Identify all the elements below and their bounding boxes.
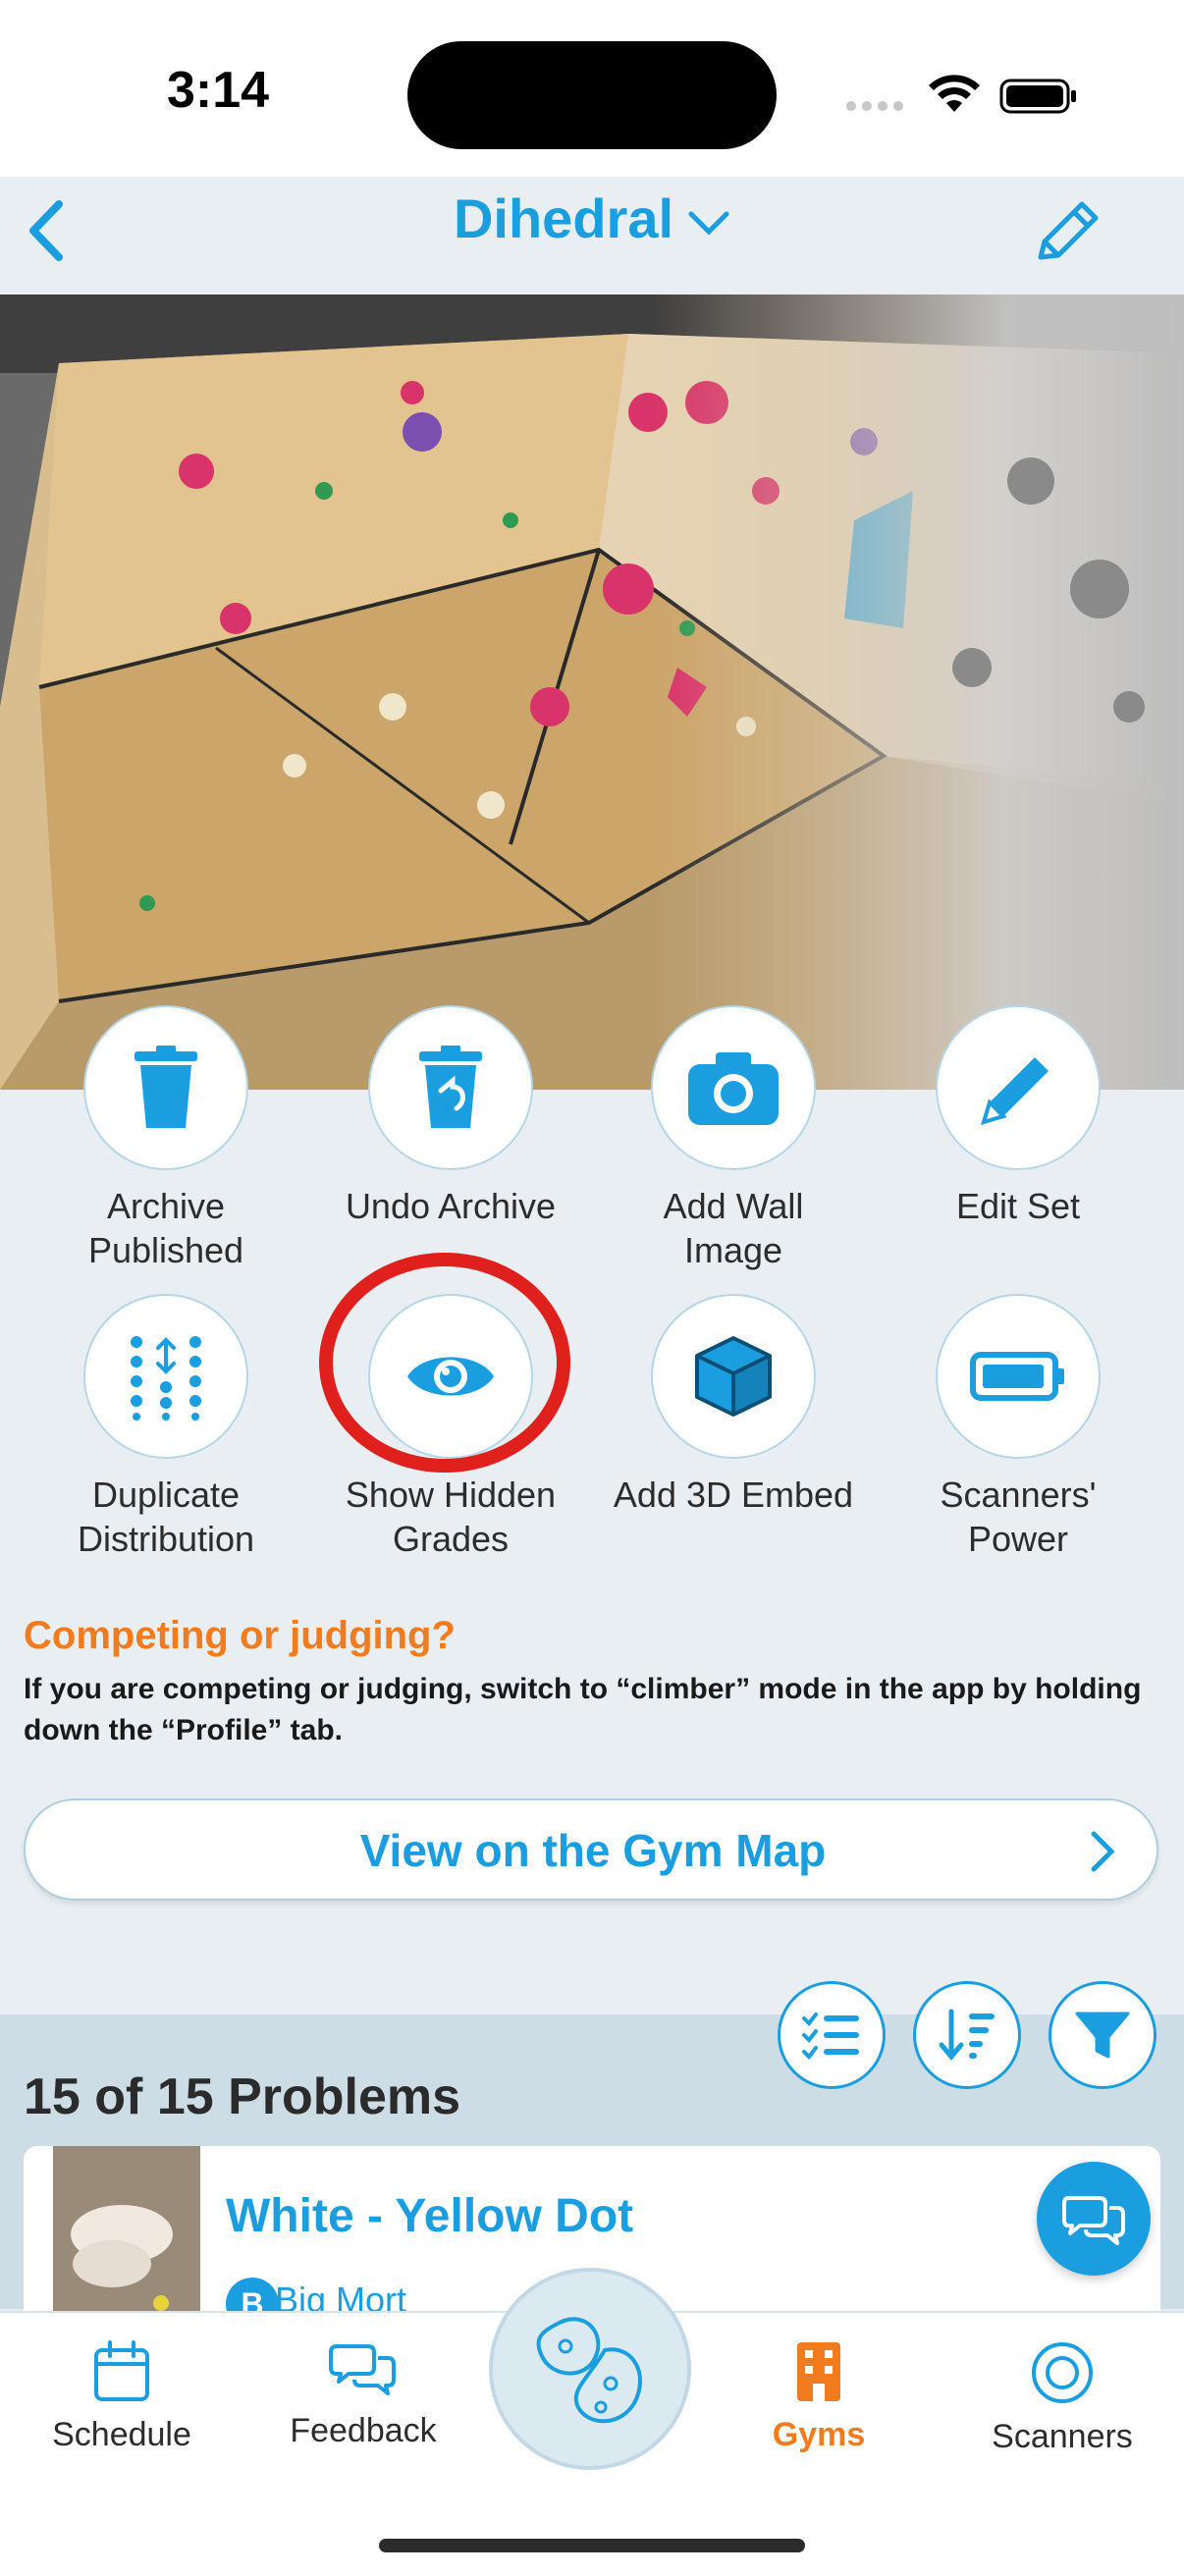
- tab-feedback[interactable]: Feedback: [245, 2340, 481, 2450]
- status-time: 3:14: [167, 62, 270, 119]
- action-label-line2: Image: [683, 1230, 783, 1270]
- checklist-icon: [802, 2012, 859, 2060]
- action-label-line1: Show Hidden: [345, 1475, 557, 1515]
- duplicate-distribution-circle[interactable]: [83, 1294, 248, 1459]
- pencil-icon: [1038, 201, 1099, 260]
- action-label-line2: Grades: [392, 1519, 510, 1559]
- scanners-power-circle[interactable]: [936, 1294, 1101, 1459]
- dynamic-island: [407, 41, 777, 149]
- climbing-holds-icon: [536, 2317, 642, 2424]
- action-label-line1: Duplicate: [91, 1475, 241, 1515]
- tab-scanners-label: Scanners: [992, 2418, 1133, 2455]
- action-label-line1: Scanners': [940, 1475, 1097, 1515]
- add-wall-image-button[interactable]: Add Wall Image: [591, 1005, 876, 1272]
- action-label-line1: Add Wall: [663, 1186, 804, 1226]
- action-label-line1: Archive: [106, 1186, 226, 1226]
- chat-bubbles-icon: [329, 2344, 396, 2395]
- highlight-annotation-circle: [319, 1253, 570, 1473]
- chevron-right-icon: [1088, 1830, 1117, 1878]
- view-gym-map-button[interactable]: View on the Gym Map: [24, 1798, 1158, 1901]
- scanners-power-button[interactable]: Scanners' Power: [876, 1294, 1160, 1561]
- add-3d-embed-button[interactable]: Add 3D Embed: [591, 1294, 876, 1517]
- page-title: Dihedral: [453, 188, 674, 249]
- building-icon: [797, 2342, 840, 2401]
- wall-image: [0, 295, 1184, 1090]
- undo-archive-circle[interactable]: [368, 1005, 533, 1170]
- archive-circle[interactable]: [83, 1005, 248, 1170]
- tab-scanners[interactable]: Scanners: [944, 2340, 1180, 2456]
- edit-set-button[interactable]: Edit Set: [876, 1005, 1160, 1228]
- action-label-line2: Published: [87, 1230, 244, 1270]
- edit-pencil-button[interactable]: [1031, 196, 1105, 270]
- action-label-line2: Power: [967, 1519, 1069, 1559]
- problems-count: 15 of 15 Problems: [24, 2068, 461, 2125]
- cube-icon: [695, 1336, 772, 1417]
- tab-gyms-label: Gyms: [772, 2416, 866, 2453]
- competing-text: If you are competing or judging, switch …: [24, 1673, 1142, 1746]
- scanner-target-icon: [1032, 2342, 1093, 2403]
- center-holds-button[interactable]: [489, 2268, 691, 2470]
- competing-title: Competing or judging?: [24, 1614, 456, 1657]
- filter-icon: [1075, 2012, 1130, 2059]
- set-title-dropdown[interactable]: Dihedral: [0, 187, 1184, 250]
- checklist-button[interactable]: [778, 1981, 886, 2089]
- tab-feedback-label: Feedback: [290, 2412, 437, 2449]
- sort-button[interactable]: [913, 1981, 1021, 2089]
- home-indicator: [379, 2539, 805, 2552]
- view-gym-map-label: View on the Gym Map: [359, 1825, 827, 1876]
- calendar-icon: [94, 2340, 149, 2401]
- duplicate-distribution-button[interactable]: Duplicate Distribution: [24, 1294, 308, 1561]
- tab-gyms[interactable]: Gyms: [701, 2340, 937, 2454]
- trash-icon: [135, 1046, 197, 1128]
- edit-set-circle[interactable]: [936, 1005, 1101, 1170]
- problem-title: White - Yellow Dot: [226, 2190, 634, 2242]
- chat-bubbles-icon: [1062, 2196, 1125, 2245]
- wifi-icon: [927, 73, 982, 121]
- tab-schedule[interactable]: Schedule: [4, 2340, 240, 2454]
- action-label-line1: Edit Set: [955, 1186, 1081, 1226]
- sort-icon: [939, 2009, 995, 2061]
- undo-archive-button[interactable]: Undo Archive: [308, 1005, 593, 1228]
- action-label-line2: Distribution: [77, 1519, 255, 1559]
- signal-icon: [846, 98, 909, 116]
- action-label-line1: Undo Archive: [345, 1186, 557, 1226]
- action-label-line1: Add 3D Embed: [613, 1475, 854, 1515]
- add-3d-embed-circle[interactable]: [651, 1294, 816, 1459]
- tab-schedule-label: Schedule: [52, 2416, 191, 2453]
- chat-fab-button[interactable]: [1037, 2162, 1184, 2276]
- filter-button[interactable]: [1049, 1981, 1157, 2089]
- camera-icon: [688, 1052, 779, 1125]
- chevron-down-icon: [687, 187, 730, 250]
- undo-trash-icon: [419, 1046, 482, 1128]
- battery-icon: [970, 1352, 1064, 1401]
- add-wall-image-circle[interactable]: [651, 1005, 816, 1170]
- archive-published-button[interactable]: Archive Published: [24, 1005, 308, 1272]
- dots-grid-icon: [131, 1336, 201, 1421]
- battery-status-icon: [999, 77, 1078, 121]
- pencil-icon: [981, 1057, 1049, 1125]
